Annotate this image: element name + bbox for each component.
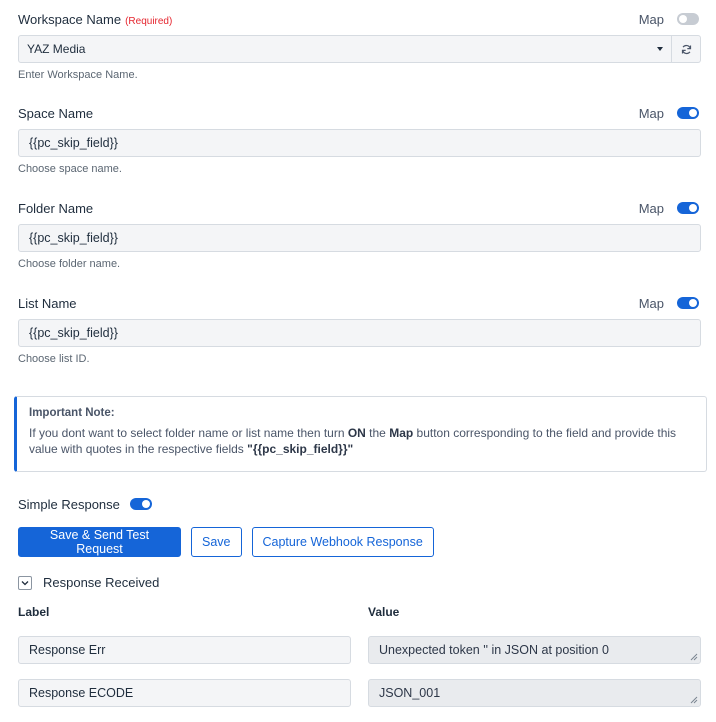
refresh-icon [681, 44, 691, 54]
workspace-select-value: YAZ Media [27, 42, 86, 56]
label-column-header: Label [18, 605, 50, 619]
workspace-label-row: Workspace Name (Required) Map [18, 8, 701, 30]
list-map-toggle[interactable] [677, 297, 699, 309]
space-label-row: Space Name Map [18, 102, 701, 124]
workspace-field: Workspace Name (Required) Map YAZ Media E… [18, 8, 701, 81]
response-value-text: Unexpected token '' in JSON at position … [379, 643, 609, 657]
folder-label-row: Folder Name Map [18, 197, 701, 219]
workspace-map: Map [639, 10, 699, 28]
list-map-label: Map [638, 295, 664, 311]
refresh-button[interactable] [672, 35, 701, 63]
list-input[interactable]: {{pc_skip_field}} [18, 319, 701, 347]
response-value-text: JSON_001 [379, 686, 441, 700]
workspace-select[interactable]: YAZ Media [18, 35, 672, 63]
folder-map: Map [639, 199, 699, 217]
simple-response-label: Simple Response [18, 496, 120, 512]
simple-response-toggle[interactable] [129, 498, 152, 510]
response-value-field[interactable]: JSON_001 [368, 679, 701, 707]
action-buttons: Save & Send Test Request Save Capture We… [18, 527, 444, 557]
workspace-label: Workspace Name (Required) [18, 12, 173, 27]
required-tag: (Required) [125, 16, 173, 27]
list-map: Map [639, 294, 699, 312]
space-map-label: Map [638, 105, 664, 121]
folder-field: Folder Name Map {{pc_skip_field}} Choose… [18, 197, 701, 270]
response-label-field[interactable]: Response ECODE [18, 679, 351, 707]
save-button[interactable]: Save [191, 527, 242, 557]
list-field: List Name Map {{pc_skip_field}} Choose l… [18, 292, 701, 365]
list-label: List Name [18, 296, 77, 311]
resize-grip-icon[interactable] [690, 653, 698, 661]
important-note: Important Note: If you dont want to sele… [14, 396, 707, 472]
note-title: Important Note: [29, 407, 115, 419]
space-label: Space Name [18, 106, 94, 121]
workspace-select-row: YAZ Media [18, 35, 701, 63]
response-received-toggle[interactable]: Response Received [18, 575, 159, 590]
response-label-field[interactable]: Response Err [18, 636, 351, 664]
folder-label: Folder Name [18, 201, 94, 216]
space-map-toggle[interactable] [677, 107, 699, 119]
resize-grip-icon[interactable] [690, 696, 698, 704]
save-send-test-button[interactable]: Save & Send Test Request [18, 527, 181, 557]
response-collapse-button[interactable] [18, 575, 32, 590]
folder-map-toggle[interactable] [677, 202, 699, 214]
simple-response-row: Simple Response [18, 496, 152, 512]
response-received-label: Response Received [43, 575, 160, 590]
space-input[interactable]: {{pc_skip_field}} [18, 129, 701, 157]
value-column-header: Value [368, 605, 400, 619]
list-label-row: List Name Map [18, 292, 701, 314]
folder-helper: Choose folder name. [18, 258, 121, 270]
space-field: Space Name Map {{pc_skip_field}} Choose … [18, 102, 701, 175]
note-body: If you dont want to select folder name o… [29, 426, 677, 456]
folder-map-label: Map [638, 200, 664, 216]
capture-webhook-button[interactable]: Capture Webhook Response [251, 527, 434, 557]
workspace-helper: Enter Workspace Name. [18, 69, 138, 81]
space-map: Map [639, 104, 699, 122]
workspace-map-toggle[interactable] [677, 13, 699, 25]
space-helper: Choose space name. [18, 163, 122, 175]
folder-input[interactable]: {{pc_skip_field}} [18, 224, 701, 252]
response-value-field[interactable]: Unexpected token '' in JSON at position … [368, 636, 701, 664]
chevron-down-icon [21, 580, 29, 585]
list-helper: Choose list ID. [18, 353, 90, 365]
workspace-map-label: Map [638, 11, 664, 27]
chevron-down-icon [657, 47, 663, 51]
